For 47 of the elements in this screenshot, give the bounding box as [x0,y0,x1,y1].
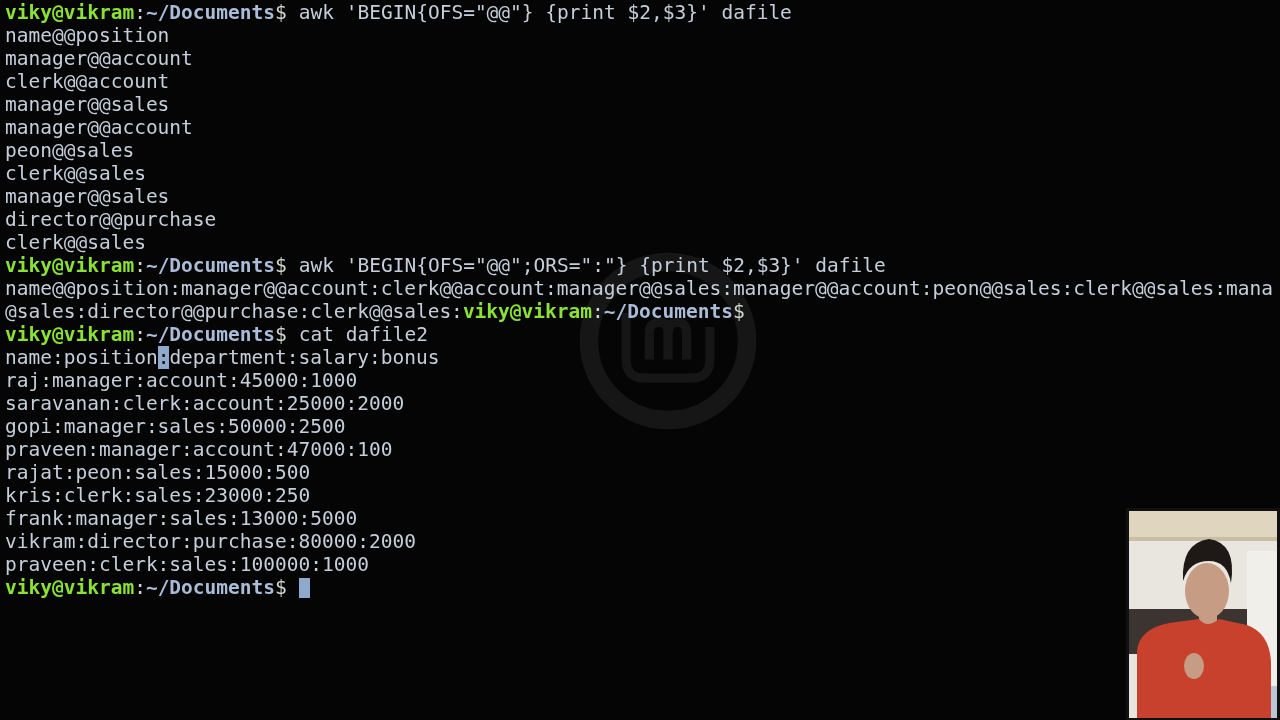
output-text: director@@purchase [5,208,217,231]
prompt-user: viky@vikram [5,323,135,346]
output-text: praveen:clerk:sales:100000:1000 [5,553,369,576]
output-text: name@@position [5,24,170,47]
prompt-colon: : [134,576,146,599]
prompt-colon: : [134,1,146,24]
prompt-colon: : [134,323,146,346]
prompt-symbol: $ [275,1,287,24]
output-text: manager@@account [5,116,193,139]
output-text: frank:manager:sales:13000:5000 [5,507,358,530]
prompt-user: viky@vikram [5,576,135,599]
command-text: awk 'BEGIN{OFS="@@";ORS=":"} {print $2,$3}' dafile [298,254,886,277]
output-text: manager@@account [5,47,193,70]
prompt-symbol: $ [732,300,745,323]
prompt-path: ~/Documents [145,1,276,24]
prompt-symbol: $ [275,576,287,599]
output-text: clerk@@sales [5,231,146,254]
command-text: awk 'BEGIN{OFS="@@"} {print $2,$3}' dafile [298,1,792,24]
output-text: department:salary:bonus [169,346,440,369]
prompt-path: ~/Documents [145,254,276,277]
prompt-path: ~/Documents [145,323,276,346]
selected-text: : [157,346,170,369]
output-text: clerk@@account [5,70,170,93]
prompt-colon: : [134,254,146,277]
output-text: praveen:manager:account:47000:100 [5,438,393,461]
command-text: cat dafile2 [298,323,428,346]
prompt-user: viky@vikram [462,300,592,323]
output-text: name:position [5,346,158,369]
prompt-path: ~/Documents [145,576,276,599]
prompt-user: viky@vikram [5,1,135,24]
prompt-colon: : [592,300,604,323]
output-text: kris:clerk:sales:23000:250 [5,484,311,507]
prompt-symbol: $ [275,254,287,277]
output-text: manager@@sales [5,185,170,208]
prompt-user: viky@vikram [5,254,135,277]
output-text: clerk@@sales [5,162,146,185]
output-text: raj:manager:account:45000:1000 [5,369,358,392]
output-text: peon@@sales [5,139,135,162]
output-text: @sales:director@@purchase:clerk@@sales: [5,300,463,323]
output-text: name@@position:manager@@account:clerk@@account:manager@@sales:manager@@account:peon@@sales:clerk@@sales:mana [5,277,1273,300]
output-text: rajat:peon:sales:15000:500 [5,461,311,484]
output-text: gopi:manager:sales:50000:2500 [5,415,346,438]
prompt-path: ~/Documents [603,300,733,323]
prompt-symbol: $ [275,323,287,346]
output-text: manager@@sales [5,93,170,116]
output-text: saravanan:clerk:account:25000:2000 [5,392,405,415]
output-text: vikram:director:purchase:80000:2000 [5,530,416,553]
